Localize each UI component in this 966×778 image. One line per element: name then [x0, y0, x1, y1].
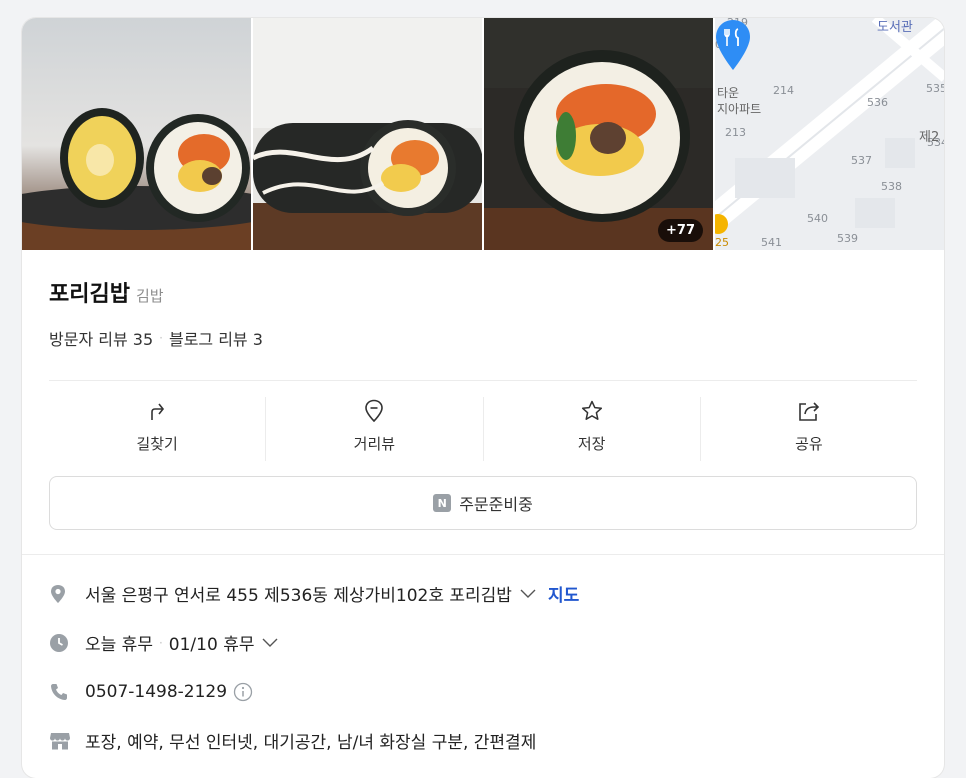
map-district-label: 제2 — [919, 130, 940, 145]
gallery-photo-1[interactable] — [22, 18, 251, 250]
chevron-down-icon[interactable] — [262, 638, 278, 648]
action-bar: 길찾기 거리뷰 저장 공유 — [49, 380, 917, 462]
place-category: 김밥 — [135, 287, 164, 305]
hours-next: 01/10 휴무 — [168, 635, 255, 655]
map-label: 25 — [715, 236, 729, 249]
location-pin-icon — [49, 584, 73, 604]
naver-order-icon: N — [433, 494, 452, 512]
map-label: 214 — [773, 84, 794, 97]
share-label: 공유 — [795, 435, 823, 453]
share-button[interactable]: 공유 — [699, 397, 917, 461]
map-label: 541 — [761, 236, 782, 249]
map-label: 540 — [807, 212, 828, 225]
map-district-label: 도서관 — [877, 20, 913, 35]
separator-dot: · — [158, 635, 163, 650]
save-label: 저장 — [577, 435, 606, 453]
map-label: 213 — [725, 126, 746, 139]
place-info: 포리김밥 김밥 방문자 리뷰 35 · 블로그 리뷰 3 길찾기 거리뷰 저장 … — [22, 276, 944, 530]
place-name: 포리김밥 — [49, 282, 130, 307]
details-list: 서울 은평구 연서로 455 제536동 제상가비102호 포리김밥 지도 오늘… — [22, 554, 944, 765]
map-label: 538 — [881, 180, 902, 193]
store-icon — [49, 731, 73, 751]
map-label: 539 — [837, 232, 858, 245]
map-place-label: 지아파트 — [717, 102, 762, 116]
order-label: 주문준비중 — [459, 495, 533, 514]
map-link[interactable]: 지도 — [548, 581, 579, 606]
map-place-label: 타운 — [717, 86, 740, 100]
share-icon — [797, 397, 821, 425]
phone-row: 0507-1498-2129 — [49, 667, 917, 716]
phone-icon — [49, 682, 73, 702]
gallery-photo-2[interactable] — [253, 18, 482, 250]
place-card: +77 219 214 213 536 535 537 538 540 541 — [22, 18, 944, 778]
amenities-text: 포장, 예약, 무선 인터넷, 대기공간, 남/녀 화장실 구분, 간편결제 — [85, 733, 537, 753]
address-row: 서울 은평구 연서로 455 제536동 제상가비102호 포리김밥 지도 — [49, 569, 917, 618]
location-map-thumbnail[interactable]: 219 214 213 536 535 537 538 540 541 539 … — [715, 18, 944, 250]
streetview-label: 거리뷰 — [353, 435, 396, 453]
directions-icon — [146, 397, 168, 425]
hours-row: 오늘 휴무 · 01/10 휴무 — [49, 618, 917, 667]
hours-today: 오늘 휴무 — [85, 635, 153, 655]
chevron-down-icon[interactable] — [520, 589, 536, 599]
directions-button[interactable]: 길찾기 — [49, 397, 265, 461]
separator-dot: · — [159, 331, 163, 345]
review-summary: 방문자 리뷰 35 · 블로그 리뷰 3 — [49, 326, 917, 350]
map-label: 537 — [851, 154, 872, 167]
restaurant-pin-icon — [716, 20, 750, 70]
streetview-button[interactable]: 거리뷰 — [265, 397, 482, 461]
streetview-icon — [363, 397, 385, 425]
blog-review-link[interactable]: 블로그 리뷰 3 — [169, 326, 263, 350]
gallery-photo-3[interactable]: +77 — [484, 18, 713, 250]
directions-label: 길찾기 — [136, 435, 178, 453]
save-button[interactable]: 저장 — [482, 397, 700, 461]
map-label: 536 — [867, 96, 888, 109]
map-label: 535 — [926, 82, 944, 95]
address-text: 서울 은평구 연서로 455 제536동 제상가비102호 포리김밥 — [85, 586, 512, 606]
star-icon — [580, 397, 604, 425]
info-icon[interactable] — [233, 682, 253, 702]
clock-icon — [49, 633, 73, 653]
order-button[interactable]: N 주문준비중 — [49, 476, 917, 530]
amenities-row: 포장, 예약, 무선 인터넷, 대기공간, 남/녀 화장실 구분, 간편결제 — [49, 716, 917, 765]
visitor-review-link[interactable]: 방문자 리뷰 35 — [49, 326, 153, 350]
photo-gallery: +77 219 214 213 536 535 537 538 540 541 — [22, 18, 944, 250]
phone-number[interactable]: 0507-1498-2129 — [85, 682, 227, 702]
photo-more-count-badge[interactable]: +77 — [658, 219, 703, 242]
title-row: 포리김밥 김밥 — [49, 276, 917, 308]
